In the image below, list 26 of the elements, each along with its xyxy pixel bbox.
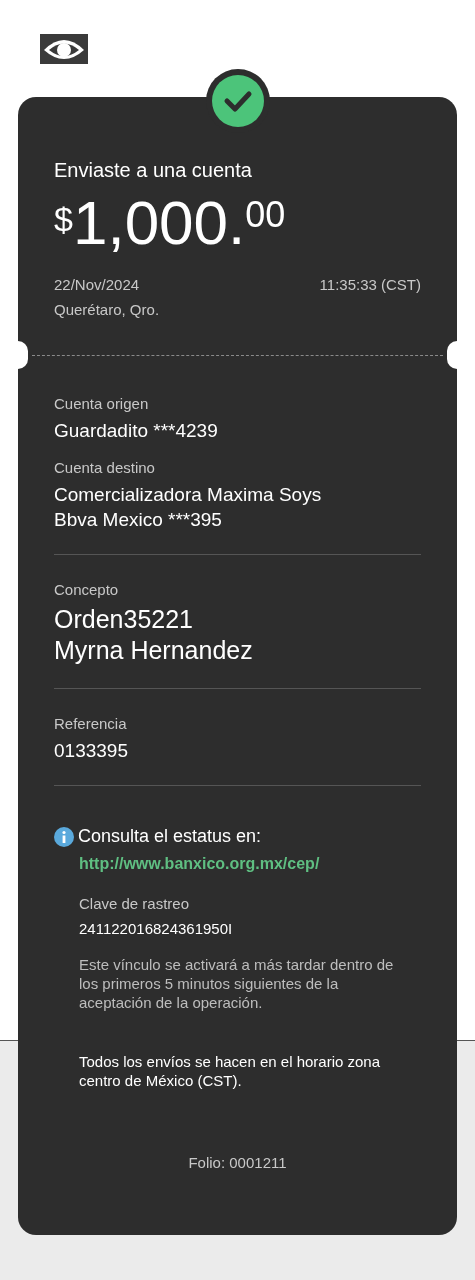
- eye-logo-icon: [40, 34, 88, 64]
- date: 22/Nov/2024: [54, 276, 140, 293]
- tracking-label: Clave de rastreo: [79, 895, 190, 912]
- transfer-title: Enviaste a una cuenta: [54, 159, 252, 182]
- currency-symbol: $: [54, 200, 73, 238]
- field-label: Cuenta origen: [54, 395, 149, 412]
- status-prompt: Consulta el estatus en:: [78, 826, 262, 847]
- field-value: Comercializadora Maxima Soys: [54, 483, 322, 507]
- field-label: Referencia: [54, 715, 127, 732]
- field-label: Concepto: [54, 581, 119, 598]
- info-icon: [54, 826, 74, 847]
- field-value: Orden35221: [54, 604, 193, 635]
- amount-cents: 00: [245, 194, 286, 236]
- field-value: Bbva Mexico ***395: [54, 508, 222, 532]
- timezone-note: Todos los envíos se hacen en el horario zona centro de México (CST).: [78, 1052, 382, 1090]
- folio: Folio: 0001211: [187, 1154, 288, 1171]
- link-note: Este vínculo se activará a más tardar dentro de los primeros 5 minutos siguientes de la aceptación de la operación.: [79, 955, 395, 1012]
- time: 11:35:33 (CST): [319, 276, 421, 293]
- field-value: 0133395: [54, 739, 128, 763]
- location: Querétaro, Qro.: [54, 301, 160, 318]
- field-label: Cuenta destino: [54, 459, 155, 476]
- field-value: Myrna Hernandez: [54, 635, 253, 666]
- status-link[interactable]: http://www.banxico.org.mx/cep/: [79, 855, 320, 873]
- tracking-code: 241122016824361950I: [79, 920, 233, 937]
- amount: 1,000.: [72, 188, 246, 258]
- field-value: Guardadito ***4239: [54, 419, 218, 443]
